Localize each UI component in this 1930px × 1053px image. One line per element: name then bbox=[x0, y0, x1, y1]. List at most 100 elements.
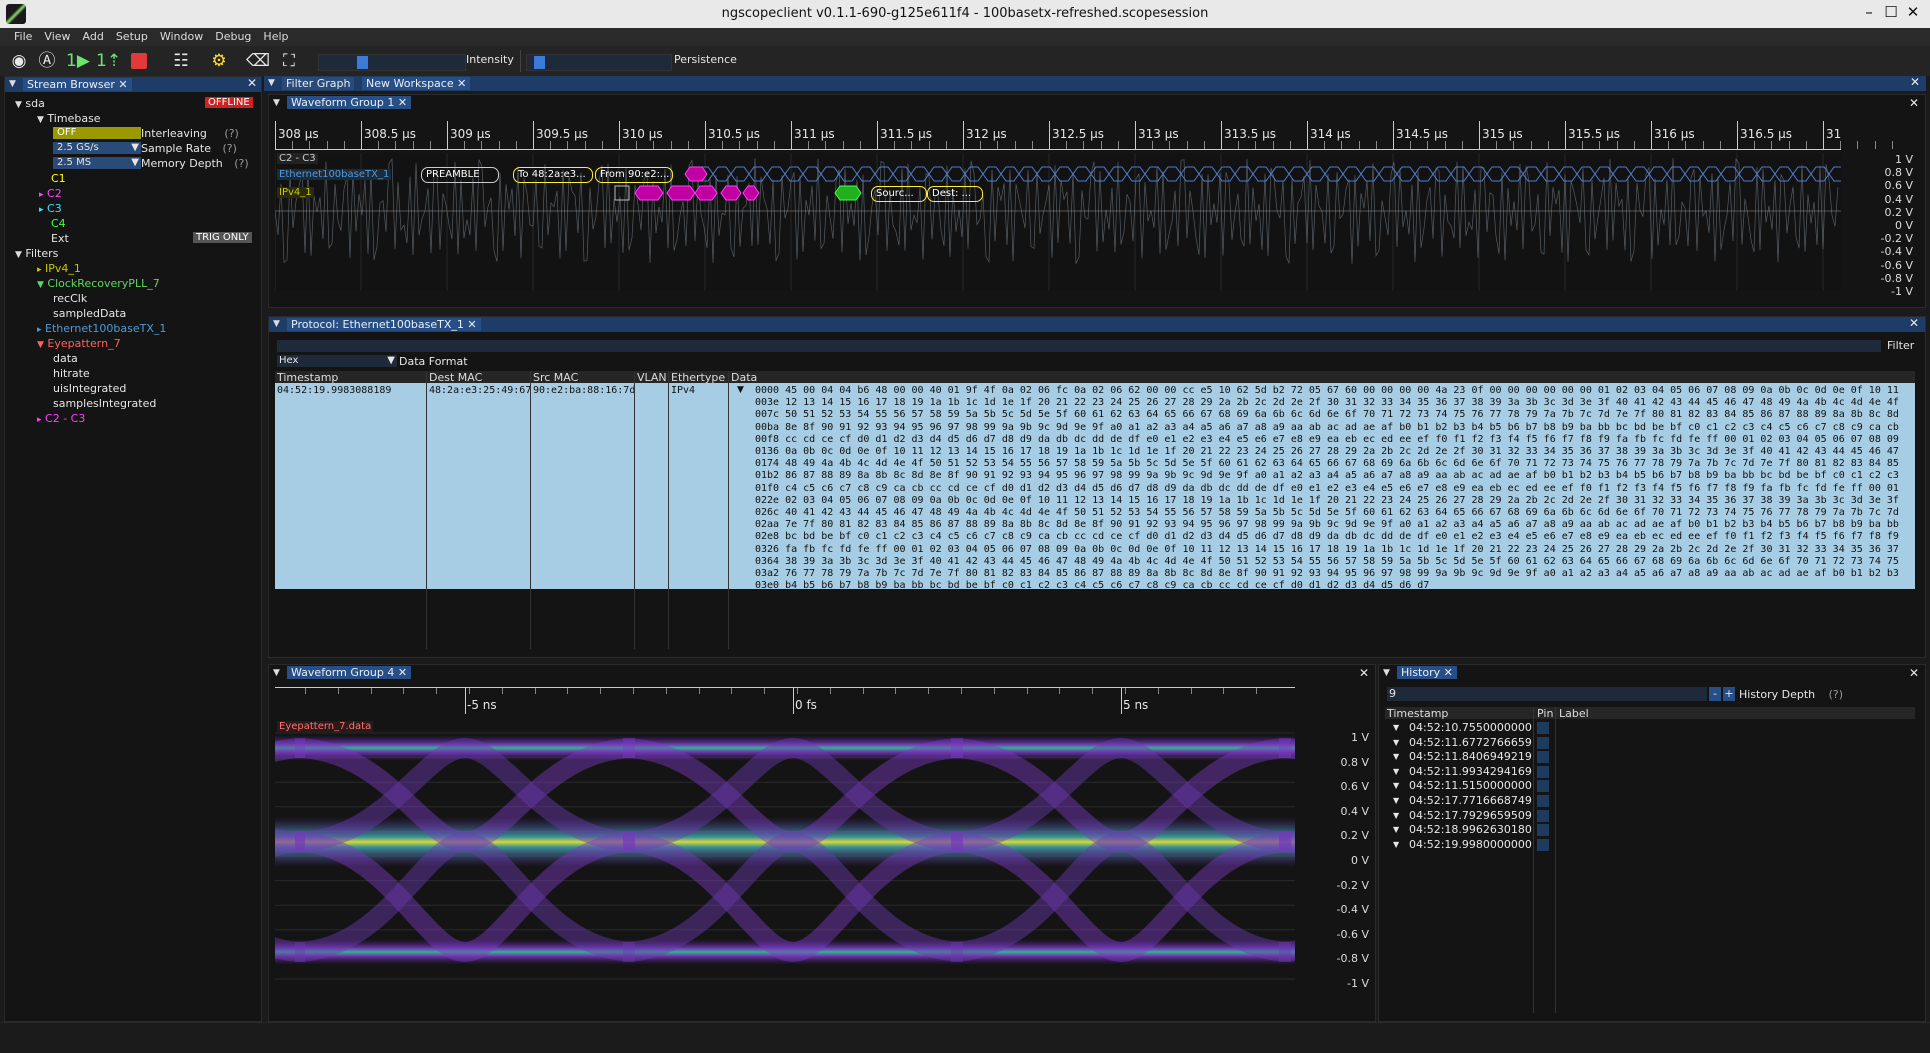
trigger-force-icon[interactable]: 1⇡ bbox=[96, 50, 121, 72]
close-icon[interactable]: ✕ bbox=[1902, 3, 1924, 23]
tab-history[interactable]: History ✕ bbox=[1397, 666, 1457, 679]
expand-icon[interactable]: ▼ bbox=[1393, 723, 1399, 732]
help-icon[interactable]: (?) bbox=[1829, 688, 1843, 701]
channel-c2[interactable]: ▸ C2 bbox=[39, 187, 62, 200]
minimize-icon[interactable]: – bbox=[1858, 3, 1880, 23]
tab-waveform-group-1[interactable]: Waveform Group 1 ✕ bbox=[287, 96, 412, 109]
pin-checkbox[interactable] bbox=[1537, 780, 1549, 793]
intensity-slider[interactable] bbox=[318, 54, 466, 71]
history-row[interactable]: ▼ 04:52:10.7550000000 bbox=[1385, 721, 1915, 735]
expand-icon[interactable]: ▼ bbox=[1393, 796, 1399, 805]
pin-checkbox[interactable] bbox=[1537, 736, 1549, 749]
stream-data[interactable]: data bbox=[53, 352, 78, 365]
trigger-auto-icon[interactable]: Ⓐ bbox=[36, 50, 58, 72]
expand-icon[interactable]: ▸ bbox=[39, 205, 44, 215]
expand-icon[interactable]: ▼ bbox=[37, 340, 44, 350]
data-format-select[interactable]: Hex ▼ bbox=[277, 355, 397, 367]
intensity-knob[interactable] bbox=[356, 56, 368, 69]
history-row[interactable]: ▼ 04:52:11.9934294169 bbox=[1385, 765, 1915, 779]
menu-debug[interactable]: Debug bbox=[209, 28, 257, 45]
expand-icon[interactable]: ▼ bbox=[1393, 781, 1399, 790]
menu-window[interactable]: Window bbox=[154, 28, 209, 45]
expand-icon[interactable]: ▼ bbox=[1393, 767, 1399, 776]
history-row[interactable]: ▼ 04:52:11.5150000000 bbox=[1385, 779, 1915, 793]
expand-icon[interactable]: ▸ bbox=[37, 325, 42, 335]
menu-setup[interactable]: Setup bbox=[110, 28, 154, 45]
close-icon[interactable]: ✕ bbox=[398, 666, 407, 679]
col-timestamp[interactable]: Timestamp bbox=[1387, 707, 1448, 720]
expand-icon[interactable]: ▼ bbox=[37, 280, 44, 290]
pin-checkbox[interactable] bbox=[1537, 838, 1549, 851]
menu-file[interactable]: File bbox=[8, 28, 38, 45]
close-pane-icon[interactable]: ✕ bbox=[1909, 96, 1919, 110]
volt-axis-4[interactable]: 1 V 0.8 V 0.6 V 0.4 V 0.2 V 0 V -0.2 V -0.4 V -0… bbox=[1309, 731, 1369, 1001]
help-icon[interactable]: (?) bbox=[224, 127, 238, 140]
ipv4-src-box[interactable]: Sourc... bbox=[871, 186, 927, 202]
expand-icon[interactable]: ▼ bbox=[1393, 752, 1399, 761]
tab-menu-icon[interactable]: ▼ bbox=[268, 78, 275, 88]
tab-menu-icon[interactable]: ▼ bbox=[9, 79, 16, 89]
dest-mac-box[interactable]: To 48:2a:e3... bbox=[513, 167, 593, 183]
tab-protocol[interactable]: Protocol: Ethernet100baseTX_1 ✕ bbox=[287, 318, 481, 331]
tab-waveform-group-4[interactable]: Waveform Group 4 ✕ bbox=[287, 666, 412, 679]
history-row[interactable]: ▼ 04:52:19.9980000000 bbox=[1385, 838, 1915, 852]
history-depth-input[interactable]: 9 bbox=[1387, 687, 1707, 701]
memory-depth-select[interactable]: 2.5 MS ▼ bbox=[53, 157, 141, 169]
pin-checkbox[interactable] bbox=[1537, 765, 1549, 778]
help-icon[interactable]: (?) bbox=[222, 142, 236, 155]
close-icon[interactable]: ✕ bbox=[467, 318, 476, 331]
close-pane-icon[interactable]: ✕ bbox=[1910, 75, 1920, 89]
close-icon[interactable]: ✕ bbox=[398, 96, 407, 109]
time-ruler[interactable]: 308 µs 308.5 µs 309 µs 309.5 µs 310 µs 310.5 … bbox=[275, 121, 1893, 150]
table-row[interactable]: 04:52:19.9983088189 48:2a:e3:25:49:67 90… bbox=[275, 383, 1915, 591]
ipv4-dest-box[interactable]: Dest: ... bbox=[927, 186, 983, 202]
tree-instrument[interactable]: ▼ sda bbox=[15, 97, 45, 110]
tab-stream-browser[interactable]: Stream Browser ✕ bbox=[23, 78, 132, 91]
interleaving-toggle[interactable]: OFF bbox=[53, 127, 141, 139]
time-ruler-4[interactable]: -5 ns 0 fs 5 ns bbox=[275, 687, 1295, 716]
help-icon[interactable]: (?) bbox=[234, 157, 248, 170]
src-mac-box[interactable]: From 90:e2:... bbox=[595, 167, 673, 183]
tab-menu-icon[interactable]: ▼ bbox=[273, 319, 280, 329]
pin-checkbox[interactable] bbox=[1537, 824, 1549, 837]
expand-icon[interactable]: ▼ bbox=[1393, 811, 1399, 820]
eye-plot[interactable]: Eyepattern_7.data bbox=[275, 721, 1295, 993]
volt-axis-1[interactable]: 1 V 0.8 V 0.6 V 0.4 V 0.2 V0 V -0.2 V -0.4 V -0… bbox=[1849, 153, 1913, 303]
history-depth-minus[interactable]: - bbox=[1709, 687, 1721, 701]
expand-icon[interactable]: ▼ bbox=[15, 100, 22, 110]
expand-icon[interactable]: ▼ bbox=[1393, 825, 1399, 834]
tab-menu-icon[interactable]: ▼ bbox=[273, 668, 280, 678]
close-pane-icon[interactable]: ✕ bbox=[1909, 316, 1919, 330]
close-pane-icon[interactable]: ✕ bbox=[247, 76, 257, 90]
expand-icon[interactable]: ▸ bbox=[37, 265, 42, 275]
stop-icon[interactable] bbox=[128, 50, 150, 72]
expand-icon[interactable]: ▼ bbox=[15, 250, 22, 260]
history-row[interactable]: ▼ 04:52:11.8406949219 bbox=[1385, 750, 1915, 764]
filter-ipv4[interactable]: ▸ IPv4_1 bbox=[37, 262, 81, 275]
expand-icon[interactable]: ▸ bbox=[37, 415, 42, 425]
expand-icon[interactable]: ▼ bbox=[37, 115, 44, 125]
close-pane-icon[interactable]: ✕ bbox=[1359, 666, 1369, 680]
expand-icon[interactable]: ▸ bbox=[39, 190, 44, 200]
pin-checkbox[interactable] bbox=[1537, 795, 1549, 807]
tab-menu-icon[interactable]: ▼ bbox=[1383, 668, 1390, 678]
tab-filter-graph[interactable]: Filter Graph bbox=[282, 77, 355, 90]
maximize-icon[interactable]: ☐ bbox=[1880, 3, 1902, 23]
tab-new-workspace[interactable]: New Workspace ✕ bbox=[362, 77, 471, 90]
channel-ext[interactable]: Ext bbox=[51, 232, 69, 245]
filter-ethernet[interactable]: ▸ Ethernet100baseTX_1 bbox=[37, 322, 166, 335]
close-icon[interactable]: ✕ bbox=[1444, 666, 1453, 679]
pin-checkbox[interactable] bbox=[1537, 722, 1549, 734]
stream-recclk[interactable]: recClk bbox=[53, 292, 87, 305]
filter-input[interactable] bbox=[277, 340, 1881, 352]
menu-help[interactable]: Help bbox=[257, 28, 294, 45]
menu-add[interactable]: Add bbox=[77, 28, 110, 45]
trigger-single-icon[interactable]: 1▶ bbox=[66, 50, 90, 72]
clear-sweeps-icon[interactable]: ⌫ bbox=[246, 50, 270, 72]
tab-menu-icon[interactable]: ▼ bbox=[273, 98, 280, 108]
preamble-box[interactable]: PREAMBLE bbox=[421, 167, 499, 183]
stream-hitrate[interactable]: hitrate bbox=[53, 367, 90, 380]
history-row[interactable]: ▼ 04:52:11.6772766659 bbox=[1385, 736, 1915, 750]
channel-c4[interactable]: C4 bbox=[51, 217, 66, 230]
expand-icon[interactable]: ▼ bbox=[737, 385, 744, 395]
